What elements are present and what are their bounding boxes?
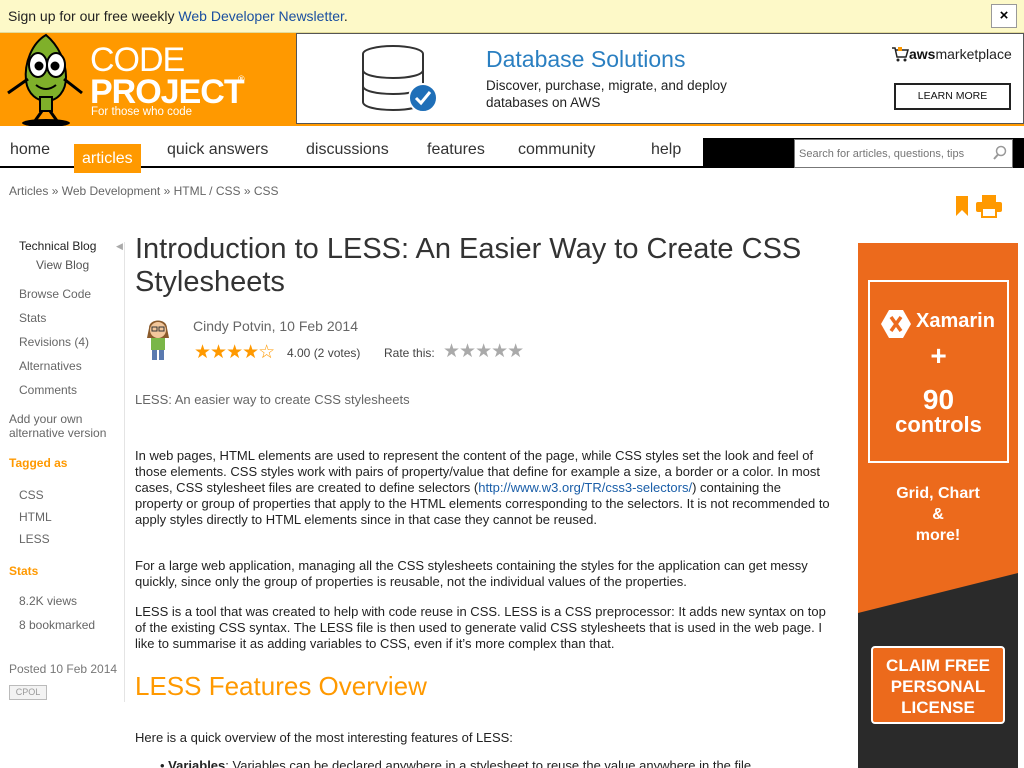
breadcrumb-web-development[interactable]: Web Development [62, 184, 161, 198]
newsletter-period: . [343, 8, 348, 24]
logo-tagline: For those who code [91, 106, 193, 118]
bookmarked-count: 8 bookmarked [19, 618, 96, 632]
rating-value: 4.00 (2 votes) [287, 346, 361, 360]
browse-code-link[interactable]: Browse Code [19, 287, 91, 301]
license-badge[interactable]: CPOL [9, 685, 47, 700]
logo-registered-mark: ® [238, 74, 245, 84]
learn-more-button[interactable]: LEARN MORE [894, 83, 1011, 110]
newsletter-text: Sign up for our free weekly Web Develope… [8, 8, 348, 24]
tag-css[interactable]: CSS [19, 488, 44, 502]
breadcrumb-css[interactable]: CSS [254, 184, 279, 198]
main-nav: home articles quick answers discussions … [0, 126, 1024, 174]
author-link[interactable]: Cindy Potvin [193, 318, 272, 334]
stats-link[interactable]: Stats [19, 311, 46, 325]
tag-html[interactable]: HTML [19, 510, 52, 524]
ad-features: Grid, Chart & more! [858, 483, 1018, 546]
xamarin-logo-icon [881, 310, 911, 338]
claim-line: PERSONAL [890, 677, 986, 696]
rate-this-label: Rate this: [384, 346, 435, 360]
bullet-term: Variables [168, 758, 226, 768]
nav-home[interactable]: home [10, 141, 50, 159]
breadcrumb-separator: » [243, 184, 251, 198]
sidebar-ad[interactable]: Xamarin + 90 controls Grid, Chart & more… [858, 243, 1018, 768]
ad-controls: controls [895, 412, 982, 437]
breadcrumb-separator: » [163, 184, 171, 198]
aws-text: aws [909, 46, 936, 62]
database-icon [362, 45, 438, 113]
revisions-link[interactable]: Revisions (4) [19, 335, 89, 349]
bookmark-icon[interactable] [955, 195, 969, 217]
views-count: 8.2K views [19, 594, 78, 608]
add-alternative-link[interactable]: Add your own alternative version [9, 412, 119, 440]
nav-community[interactable]: community [518, 141, 595, 159]
close-newsletter-button[interactable]: × [991, 4, 1017, 28]
collapse-sidebar-icon[interactable]: ◀ [116, 241, 123, 252]
newsletter-bar: Sign up for our free weekly Web Develope… [0, 0, 1024, 33]
rate-stars-input[interactable]: ★★★★★ [443, 340, 524, 363]
nav-discussions[interactable]: discussions [306, 141, 389, 159]
blog-type-label: Technical Blog [19, 239, 97, 253]
breadcrumb-articles[interactable]: Articles [9, 184, 48, 198]
author-avatar[interactable] [143, 316, 173, 362]
search-box [794, 139, 1013, 168]
claim-line: LICENSE [901, 698, 975, 717]
bullet-text: : Variables can be declared anywhere in … [225, 758, 755, 768]
xamarin-box: Xamarin + 90 controls [868, 280, 1009, 463]
nav-help[interactable]: help [651, 141, 681, 159]
close-icon: × [999, 7, 1009, 24]
list-item: • Variables: Variables can be declared a… [160, 758, 755, 768]
rating-stars: ★★★★☆ [194, 342, 275, 363]
alternatives-link[interactable]: Alternatives [19, 359, 82, 373]
newsletter-link[interactable]: Web Developer Newsletter [178, 8, 343, 24]
xamarin-brand: Xamarin [916, 310, 995, 332]
print-icon[interactable] [975, 194, 1003, 218]
nav-articles[interactable]: articles [74, 144, 141, 173]
top-banner-ad[interactable]: Database Solutions Discover, purchase, m… [296, 33, 1024, 124]
claim-license-button[interactable]: CLAIM FREE PERSONAL LICENSE [871, 646, 1005, 724]
site-logo[interactable]: CODE PROJECT ® For those who code [0, 33, 296, 127]
view-blog-link[interactable]: View Blog [36, 258, 89, 272]
nav-quick-answers[interactable]: quick answers [167, 141, 268, 159]
comments-link[interactable]: Comments [19, 383, 77, 397]
marketplace-text: marketplace [935, 46, 1012, 62]
article-sidebar: Technical Blog ◀ View Blog Browse Code S… [0, 230, 124, 768]
ad-feature-line: & [932, 506, 944, 523]
stats-heading: Stats [9, 564, 39, 578]
ad-feature-line: Grid, Chart [896, 485, 980, 502]
nav-menu: home articles quick answers discussions … [0, 132, 703, 173]
breadcrumb-separator: » [51, 184, 59, 198]
tag-less[interactable]: LESS [19, 532, 50, 546]
breadcrumb: Articles » Web Development » HTML / CSS … [9, 184, 279, 198]
posted-date: Posted 10 Feb 2014 [9, 662, 118, 676]
article-summary: LESS: An easier way to create CSS styles… [135, 392, 410, 407]
ad-title: Database Solutions [486, 46, 686, 72]
tagged-as-heading: Tagged as [9, 456, 68, 470]
aws-marketplace-logo: awsmarketplace [891, 46, 1012, 62]
breadcrumb-html-css[interactable]: HTML / CSS [174, 184, 241, 198]
claim-line: CLAIM FREE [886, 656, 990, 675]
search-input[interactable] [799, 144, 989, 164]
ad-plus: + [930, 340, 947, 371]
cart-icon [892, 47, 909, 62]
newsletter-lead: Sign up for our free weekly [8, 8, 175, 24]
article-title: Introduction to LESS: An Easier Way to C… [135, 233, 802, 298]
mascot-icon [7, 33, 83, 127]
overview-intro: Here is a quick overview of the most int… [135, 730, 513, 745]
site-header: CODE PROJECT ® For those who code Databa… [0, 33, 1024, 127]
paragraph-1: In web pages, HTML elements are used to … [135, 448, 832, 528]
article-date: , 10 Feb 2014 [271, 318, 358, 334]
ad-feature-line: more! [915, 527, 961, 544]
section-heading: LESS Features Overview [135, 671, 427, 701]
sidebar-divider [124, 242, 125, 702]
author-line: Cindy Potvin, 10 Feb 2014 [193, 318, 358, 334]
nav-features[interactable]: features [427, 141, 485, 159]
paragraph-3: LESS is a tool that was created to help … [135, 604, 826, 651]
ad-description: Discover, purchase, migrate, and deploy … [486, 78, 727, 110]
paragraph-2: For a large web application, managing al… [135, 558, 808, 589]
w3-selectors-link[interactable]: http://www.w3.org/TR/css3-selectors/ [478, 480, 692, 495]
search-icon[interactable] [993, 145, 1007, 161]
